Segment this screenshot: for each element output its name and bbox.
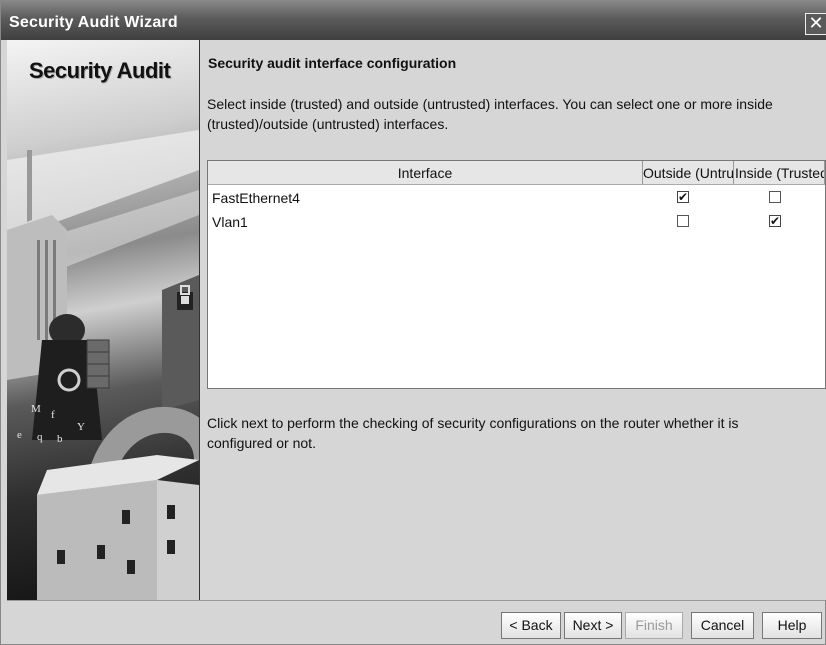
table-row[interactable]: Vlan1 ✔ [208, 210, 825, 234]
help-button[interactable]: Help [762, 612, 822, 639]
outside-untrusted-checkbox[interactable]: ✔ [677, 191, 689, 203]
next-button[interactable]: Next > [564, 612, 622, 639]
close-icon: ✕ [808, 13, 824, 33]
sidebar-title: Security Audit [29, 58, 171, 83]
inside-trusted-checkbox[interactable]: ✔ [769, 215, 781, 227]
interface-name: FastEthernet4 [212, 190, 300, 206]
svg-text:q: q [37, 431, 43, 443]
svg-text:Y: Y [77, 421, 85, 433]
column-header-interface[interactable]: Interface [208, 161, 643, 184]
interface-name: Vlan1 [212, 214, 248, 230]
table-row[interactable]: FastEthernet4 ✔ [208, 186, 825, 210]
close-button[interactable]: ✕ [805, 13, 826, 35]
table-header: Interface Outside (Untrusted) Inside (Tr… [208, 161, 825, 185]
svg-text:e: e [17, 429, 22, 441]
outside-untrusted-checkbox[interactable] [677, 215, 689, 227]
wizard-content: Security audit interface configuration S… [200, 40, 826, 600]
window-title: Security Audit Wizard [9, 14, 178, 31]
column-header-outside[interactable]: Outside (Untrusted) [643, 161, 734, 184]
sidebar-illustration: Mf e q b Y Security Audit [7, 40, 199, 600]
page-heading: Security audit interface configuration [208, 55, 457, 71]
svg-text:f: f [51, 409, 55, 421]
security-audit-wizard-window: Security Audit Wizard ✕ M f e q b Y Secu… [0, 0, 826, 645]
title-bar: Security Audit Wizard ✕ [1, 0, 826, 40]
finish-button[interactable]: Finish [625, 612, 683, 639]
column-header-inside[interactable]: Inside (Trusted) [734, 161, 825, 184]
page-description: Select inside (trusted) and outside (unt… [207, 96, 773, 132]
back-button[interactable]: < Back [501, 612, 561, 639]
footer-divider [7, 600, 826, 601]
security-illustration-image: Mf e q b Y [7, 130, 199, 600]
svg-text:b: b [57, 433, 63, 445]
svg-text:M: M [31, 403, 41, 415]
inside-trusted-checkbox[interactable] [769, 191, 781, 203]
cancel-button[interactable]: Cancel [691, 612, 754, 639]
next-instruction-note: Click next to perform the checking of se… [207, 415, 739, 451]
interface-table: Interface Outside (Untrusted) Inside (Tr… [207, 160, 826, 389]
